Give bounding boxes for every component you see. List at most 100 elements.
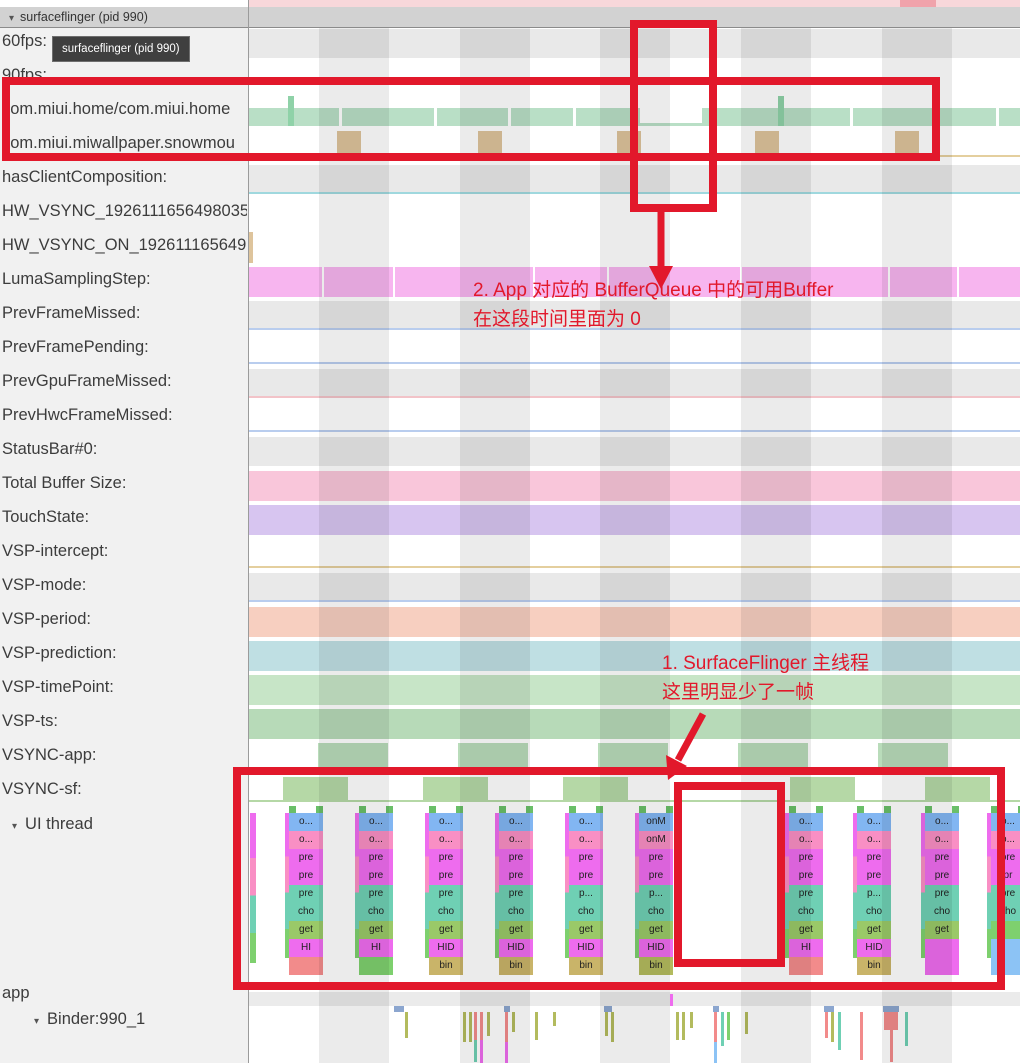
trace-slice[interactable] (925, 939, 959, 975)
trace-slice[interactable]: cho (991, 903, 1020, 921)
trace-slice[interactable]: get (857, 921, 891, 939)
binder-slice[interactable] (721, 1012, 724, 1046)
track-label[interactable]: VSP-timePoint: (2, 676, 247, 698)
trace-slice[interactable]: HID (569, 939, 603, 957)
binder-slice[interactable] (505, 1042, 508, 1063)
trace-slice[interactable]: cho (925, 903, 959, 921)
track-label[interactable]: PrevHwcFrameMissed: (2, 404, 247, 426)
vsync-sf-pulse[interactable] (423, 777, 488, 801)
binder-slice[interactable] (487, 1012, 490, 1036)
buffer-block-wallpaper[interactable] (617, 131, 641, 157)
trace-slice[interactable]: o... (289, 831, 323, 849)
trace-slice[interactable]: o... (925, 813, 959, 831)
binder-slice[interactable] (512, 1012, 515, 1032)
track-label[interactable]: Total Buffer Size: (2, 472, 247, 494)
trace-slice[interactable]: o... (789, 831, 823, 849)
counter-bar-gray[interactable] (248, 573, 1020, 602)
trace-slice[interactable]: cho (857, 903, 891, 921)
binder-slice[interactable] (535, 1012, 538, 1040)
trace-slice[interactable]: pre (359, 867, 393, 885)
trace-slice[interactable]: o... (429, 813, 463, 831)
binder-slice[interactable] (714, 1012, 717, 1042)
trace-slice[interactable]: o... (925, 831, 959, 849)
track-label[interactable]: 90fps: (2, 64, 247, 86)
trace-slice[interactable]: o... (359, 813, 393, 831)
trace-slice[interactable]: pr (991, 867, 1020, 885)
trace-slice[interactable]: pre (289, 867, 323, 885)
buffer-spike[interactable] (288, 96, 294, 126)
trace-slice[interactable]: pre (429, 885, 463, 903)
track-label[interactable]: VSP-period: (2, 608, 247, 630)
collapse-icon[interactable]: ▾ (12, 821, 17, 832)
trace-slice[interactable]: pre (569, 849, 603, 867)
trace-slice[interactable]: HI (289, 939, 323, 957)
trace-slice[interactable]: bin (857, 957, 891, 975)
trace-slice[interactable]: p... (569, 885, 603, 903)
trace-slice[interactable]: bin (429, 957, 463, 975)
trace-slice[interactable]: pre (499, 849, 533, 867)
binder-slice[interactable] (825, 1012, 828, 1038)
track-label[interactable]: VSP-intercept: (2, 540, 247, 562)
binder-slice[interactable] (474, 1040, 477, 1062)
trace-slice[interactable]: o... (857, 831, 891, 849)
track-label[interactable]: PrevFrameMissed: (2, 302, 247, 324)
binder-slice[interactable] (605, 1012, 608, 1036)
trace-slice[interactable]: pre (925, 867, 959, 885)
buffer-block-wallpaper[interactable] (337, 131, 361, 157)
vsync-app-pulse[interactable] (318, 743, 388, 771)
binder-slice[interactable] (860, 1012, 863, 1060)
trace-slice[interactable] (991, 921, 1020, 939)
binder-slice[interactable] (727, 1012, 730, 1040)
trace-slice[interactable]: pre (429, 849, 463, 867)
buffer-block-wallpaper[interactable] (755, 131, 779, 157)
trace-slice[interactable]: cho (429, 903, 463, 921)
counter-bar[interactable] (248, 641, 1020, 671)
track-label[interactable]: LumaSamplingStep: (2, 268, 247, 290)
track-label[interactable]: PrevGpuFrameMissed: (2, 370, 247, 392)
binder-slice[interactable] (405, 1012, 408, 1038)
binder-slice[interactable] (553, 1012, 556, 1026)
trace-slice[interactable]: bin (569, 957, 603, 975)
binder-slice[interactable] (884, 1012, 898, 1030)
trace-slice[interactable]: pre (925, 849, 959, 867)
trace-slice[interactable]: pre (789, 867, 823, 885)
vsync-app-pulse[interactable] (738, 743, 808, 771)
buffer-spike[interactable] (778, 96, 784, 126)
trace-slice[interactable]: get (789, 921, 823, 939)
binder-slice[interactable] (480, 1012, 483, 1040)
track-label[interactable]: VSP-ts: (2, 710, 247, 732)
trace-slice[interactable]: pre (789, 885, 823, 903)
trace-slice[interactable]: pre (569, 867, 603, 885)
trace-slice[interactable]: get (359, 921, 393, 939)
trace-slice[interactable]: o... (569, 831, 603, 849)
trace-slice[interactable]: HID (429, 939, 463, 957)
trace-slice[interactable]: pre (857, 849, 891, 867)
trace-slice[interactable]: o... (569, 813, 603, 831)
trace-slice[interactable]: get (925, 921, 959, 939)
trace-slice[interactable]: HI (789, 939, 823, 957)
trace-slice[interactable]: pre (359, 849, 393, 867)
trace-slice[interactable]: pre (789, 849, 823, 867)
track-label[interactable]: PrevFramePending: (2, 336, 247, 358)
trace-slice[interactable]: get (289, 921, 323, 939)
trace-slice[interactable]: o... (857, 813, 891, 831)
binder-slice[interactable] (474, 1012, 477, 1040)
counter-bar-gray[interactable] (248, 437, 1020, 466)
track-label[interactable]: VSP-prediction: (2, 642, 247, 664)
vsync-sf-pulse[interactable] (790, 777, 855, 801)
trace-slice[interactable]: o... (499, 831, 533, 849)
track-label[interactable]: TouchState: (2, 506, 247, 528)
track-label[interactable]: VSP-mode: (2, 574, 247, 596)
process-row-app[interactable]: app (2, 984, 30, 1003)
trace-slice[interactable]: bin (639, 957, 673, 975)
trace-slice[interactable]: HID (499, 939, 533, 957)
trace-slice[interactable]: cho (359, 903, 393, 921)
binder-slice[interactable] (714, 1042, 717, 1063)
trace-slice[interactable]: cho (289, 903, 323, 921)
trace-slice[interactable]: p... (857, 885, 891, 903)
binder-slice-cap[interactable] (394, 1006, 404, 1012)
track-label[interactable]: com.miui.miwallpaper.snowmou (2, 132, 247, 154)
trace-slice[interactable]: cho (569, 903, 603, 921)
counter-bar-gray[interactable] (248, 369, 1020, 398)
collapse-icon[interactable]: ▾ (9, 9, 14, 29)
